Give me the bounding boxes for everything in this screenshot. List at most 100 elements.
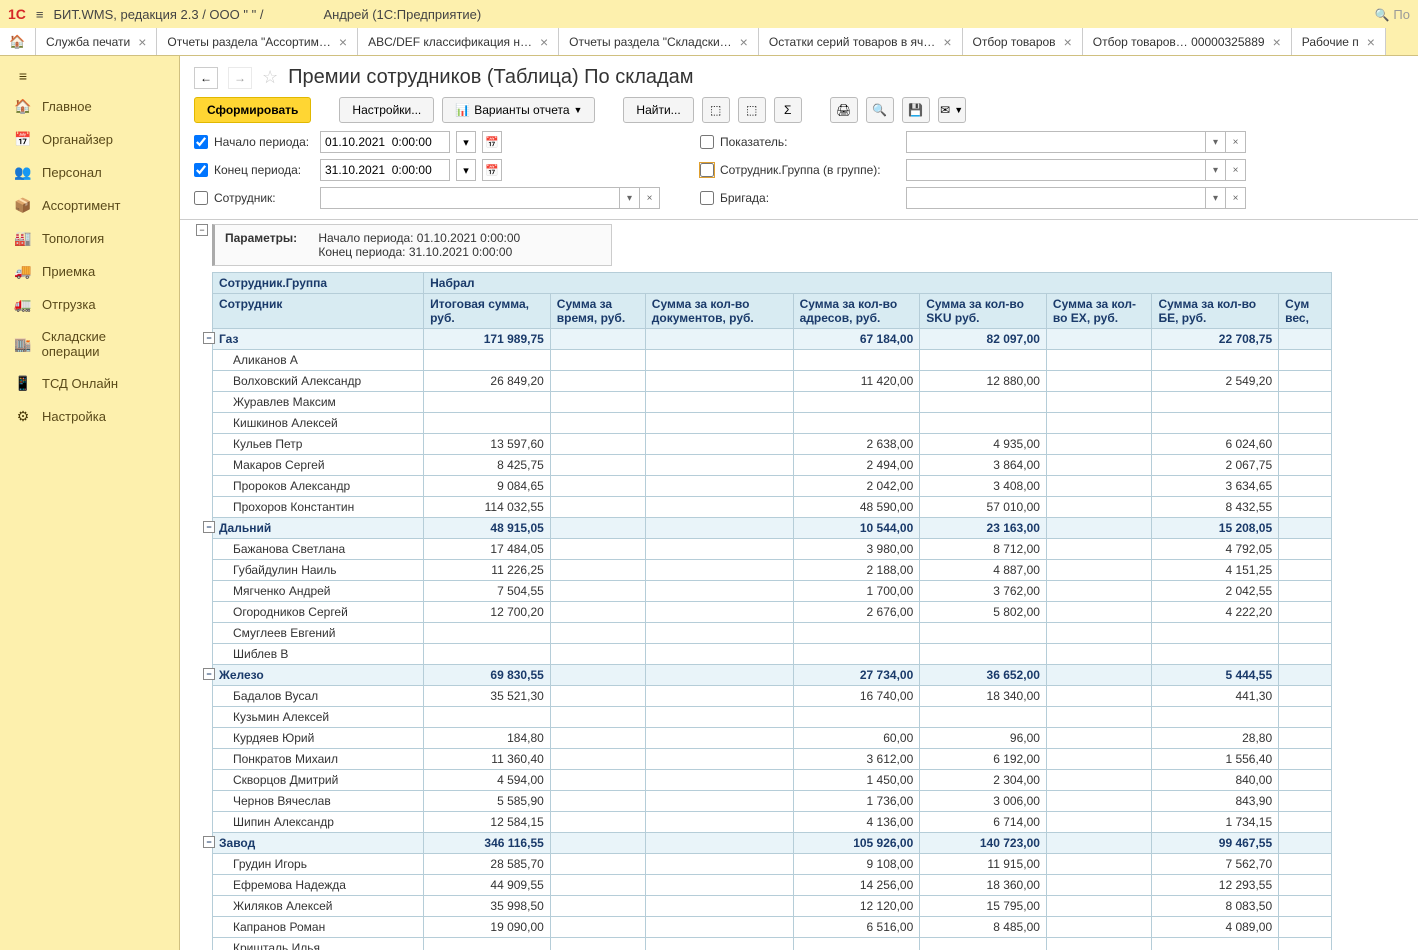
end-period-input[interactable]: [320, 159, 450, 181]
detail-row[interactable]: Грудин Игорь28 585,709 108,0011 915,007 …: [213, 854, 1332, 875]
sidebar-item[interactable]: 🏠Главное: [0, 90, 179, 123]
group-row[interactable]: −Газ171 989,7567 184,0082 097,0022 708,7…: [213, 329, 1332, 350]
tab[interactable]: Служба печати×: [36, 28, 157, 55]
print-icon[interactable]: 🖨: [830, 97, 858, 123]
collapse-rows-icon[interactable]: ⬚: [738, 97, 766, 123]
sidebar-item[interactable]: 👥Персонал: [0, 156, 179, 189]
tab[interactable]: Отчеты раздела "Ассортим…×: [157, 28, 358, 55]
find-button[interactable]: Найти...: [623, 97, 693, 123]
end-period-checkbox[interactable]: [194, 163, 208, 177]
tab[interactable]: Рабочие п×: [1292, 28, 1386, 55]
detail-row[interactable]: Журавлев Максим: [213, 392, 1332, 413]
tab[interactable]: ABC/DEF классификация н…×: [358, 28, 559, 55]
group-combo[interactable]: ▾×: [906, 159, 1246, 181]
tab[interactable]: Отчеты раздела "Складски…×: [559, 28, 759, 55]
detail-row[interactable]: Чернов Вячеслав5 585,901 736,003 006,008…: [213, 791, 1332, 812]
preview-icon[interactable]: 🔍: [866, 97, 894, 123]
expand-rows-icon[interactable]: ⬚: [702, 97, 730, 123]
global-search[interactable]: По: [1374, 7, 1410, 22]
detail-row[interactable]: Курдяев Юрий184,8060,0096,0028,80: [213, 728, 1332, 749]
employee-combo[interactable]: ▾×: [320, 187, 660, 209]
end-calendar-icon[interactable]: 📅: [482, 159, 502, 181]
sidebar-item[interactable]: ≡: [0, 62, 179, 90]
close-icon[interactable]: ×: [138, 34, 146, 50]
nav-back-button[interactable]: ←: [194, 67, 218, 89]
sidebar-item[interactable]: 📅Органайзер: [0, 123, 179, 156]
detail-row[interactable]: Губайдулин Наиль11 226,252 188,004 887,0…: [213, 560, 1332, 581]
group-row[interactable]: −Дальний48 915,0510 544,0023 163,0015 20…: [213, 518, 1332, 539]
detail-row[interactable]: Капранов Роман19 090,006 516,008 485,004…: [213, 917, 1332, 938]
group-row[interactable]: −Завод346 116,55105 926,00140 723,0099 4…: [213, 833, 1332, 854]
group-checkbox[interactable]: [700, 163, 714, 177]
tab-home[interactable]: 🏠: [0, 28, 36, 55]
start-calendar-icon[interactable]: 📅: [482, 131, 502, 153]
group-toggle-icon[interactable]: −: [203, 668, 215, 680]
detail-row[interactable]: Аликанов А: [213, 350, 1332, 371]
settings-button[interactable]: Настройки...: [339, 97, 434, 123]
tab[interactable]: Отбор товаров×: [963, 28, 1083, 55]
tab[interactable]: Отбор товаров… 00000325889×: [1083, 28, 1292, 55]
detail-row[interactable]: Кузьмин Алексей: [213, 707, 1332, 728]
sidebar-item[interactable]: 🚛Отгрузка: [0, 288, 179, 321]
detail-row[interactable]: Кишкинов Алексей: [213, 413, 1332, 434]
collapse-all-toggle[interactable]: −: [196, 224, 208, 236]
tab[interactable]: Остатки серий товаров в яч…×: [759, 28, 963, 55]
group-toggle-icon[interactable]: −: [203, 521, 215, 533]
group-toggle-icon[interactable]: −: [203, 332, 215, 344]
detail-row[interactable]: Бадалов Вусал35 521,3016 740,0018 340,00…: [213, 686, 1332, 707]
detail-row[interactable]: Макаров Сергей8 425,752 494,003 864,002 …: [213, 455, 1332, 476]
indicator-checkbox[interactable]: [700, 135, 714, 149]
sidebar-item[interactable]: 📱ТСД Онлайн: [0, 367, 179, 400]
brigade-checkbox[interactable]: [700, 191, 714, 205]
form-button[interactable]: Сформировать: [194, 97, 311, 123]
sidebar-item[interactable]: 📦Ассортимент: [0, 189, 179, 222]
sidebar-item[interactable]: 🏭Топология: [0, 222, 179, 255]
group-total-cell: 15 208,05: [1152, 518, 1279, 539]
detail-row[interactable]: Бажанова Светлана17 484,053 980,008 712,…: [213, 539, 1332, 560]
detail-row[interactable]: Шиблев В: [213, 644, 1332, 665]
end-spin-icon[interactable]: ▾: [456, 159, 476, 181]
employee-checkbox[interactable]: [194, 191, 208, 205]
nav-forward-button[interactable]: →: [228, 67, 252, 89]
close-icon[interactable]: ×: [740, 34, 748, 50]
detail-row[interactable]: Смуглеев Евгений: [213, 623, 1332, 644]
favorite-star-icon[interactable]: ☆: [262, 67, 278, 88]
close-icon[interactable]: ×: [943, 34, 951, 50]
detail-row[interactable]: Пророков Александр9 084,652 042,003 408,…: [213, 476, 1332, 497]
detail-row[interactable]: Прохоров Константин114 032,5548 590,0057…: [213, 497, 1332, 518]
sidebar-item[interactable]: 🏬Складские операции: [0, 321, 179, 367]
detail-row[interactable]: Кришталь Илья: [213, 938, 1332, 950]
save-icon[interactable]: 💾: [902, 97, 930, 123]
group-row[interactable]: −Железо69 830,5527 734,0036 652,005 444,…: [213, 665, 1332, 686]
detail-row[interactable]: Скворцов Дмитрий4 594,001 450,002 304,00…: [213, 770, 1332, 791]
indicator-combo[interactable]: ▾×: [906, 131, 1246, 153]
sum-icon[interactable]: Σ: [774, 97, 802, 123]
detail-row[interactable]: Шипин Александр12 584,154 136,006 714,00…: [213, 812, 1332, 833]
value-cell: [1046, 854, 1152, 875]
start-spin-icon[interactable]: ▾: [456, 131, 476, 153]
close-icon[interactable]: ×: [540, 34, 548, 50]
close-icon[interactable]: ×: [1064, 34, 1072, 50]
email-icon[interactable]: ✉ ▼: [938, 97, 966, 123]
detail-row[interactable]: Волховский Александр26 849,2011 420,0012…: [213, 371, 1332, 392]
close-icon[interactable]: ×: [339, 34, 347, 50]
value-cell: [645, 686, 793, 707]
close-icon[interactable]: ×: [1273, 34, 1281, 50]
brigade-combo[interactable]: ▾×: [906, 187, 1246, 209]
detail-row[interactable]: Огородников Сергей12 700,202 676,005 802…: [213, 602, 1332, 623]
detail-row[interactable]: Ефремова Надежда44 909,5514 256,0018 360…: [213, 875, 1332, 896]
detail-row[interactable]: Кульев Петр13 597,602 638,004 935,006 02…: [213, 434, 1332, 455]
detail-row[interactable]: Понкратов Михаил11 360,403 612,006 192,0…: [213, 749, 1332, 770]
start-period-checkbox[interactable]: [194, 135, 208, 149]
variants-button[interactable]: 📊Варианты отчета ▼: [442, 97, 595, 123]
detail-row[interactable]: Мягченко Андрей7 504,551 700,003 762,002…: [213, 581, 1332, 602]
start-period-input[interactable]: [320, 131, 450, 153]
sidebar-item[interactable]: 🚚Приемка: [0, 255, 179, 288]
sidebar-item[interactable]: ⚙Настройка: [0, 400, 179, 433]
app-menu-icon[interactable]: ≡: [36, 7, 44, 22]
group-toggle-icon[interactable]: −: [203, 836, 215, 848]
detail-row[interactable]: Жиляков Алексей35 998,5012 120,0015 795,…: [213, 896, 1332, 917]
value-cell: [645, 476, 793, 497]
value-cell: 4 222,20: [1152, 602, 1279, 623]
close-icon[interactable]: ×: [1367, 34, 1375, 50]
